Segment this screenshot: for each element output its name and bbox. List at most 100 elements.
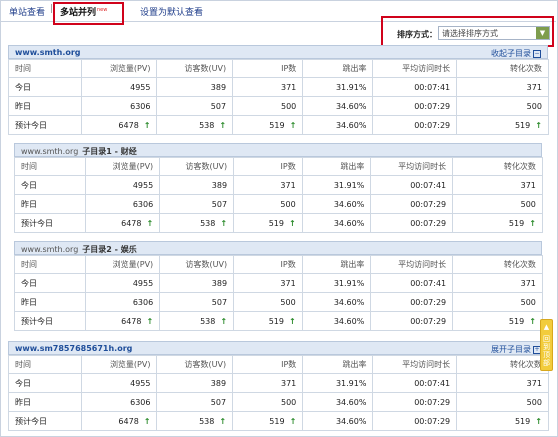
column-header: IP数 xyxy=(232,355,304,374)
cell-value: 4955 xyxy=(132,180,154,190)
column-header: 时间 xyxy=(13,157,87,176)
arrow-up-icon: ▲ xyxy=(543,323,550,331)
cell-value: 今日 xyxy=(15,82,31,92)
cell-value: 519 xyxy=(269,120,285,130)
table-row: 预计今日 6478 ↑ 538 ↑ 519 ↑ 34.60% 00:07:29 519 ↑ xyxy=(8,115,549,135)
metric-cell: 519 ↑ xyxy=(452,311,543,331)
metric-cell: 507 xyxy=(156,392,234,412)
cell-value: 6478 xyxy=(121,316,142,326)
metric-cell: 00:07:41 xyxy=(370,175,454,195)
metric-cell: 389 xyxy=(156,373,234,393)
row-label: 昨日 xyxy=(13,292,87,312)
site-name[interactable]: www.smth.org 子目录1 - 财经 xyxy=(21,146,137,157)
column-header: IP数 xyxy=(233,255,303,274)
column-header: 转化次数 xyxy=(456,59,549,78)
metric-cell: 4955 xyxy=(80,373,158,393)
metric-cell: 31.91% xyxy=(302,373,374,393)
row-label: 今日 xyxy=(13,175,87,195)
cell-value: 31.91% xyxy=(333,180,365,190)
trend-up-icon: ↑ xyxy=(220,316,228,326)
cell-value: 00:07:41 xyxy=(414,82,451,92)
metric-cell: 389 xyxy=(159,175,235,195)
cell-value: 538 xyxy=(200,218,216,228)
site-name[interactable]: www.smth.org xyxy=(15,48,81,57)
metric-cell: 6478 ↑ xyxy=(85,311,161,331)
metric-cell: 6478 ↑ xyxy=(80,115,158,135)
metric-cell: 500 xyxy=(233,292,303,312)
site-name[interactable]: www.smth.org 子目录2 - 娱乐 xyxy=(21,244,137,255)
column-header: 跳出率 xyxy=(302,59,374,78)
trend-up-icon: ↑ xyxy=(289,218,296,228)
tab-multi-site[interactable]: 多站并列new xyxy=(60,5,107,18)
metric-cell: 34.60% xyxy=(301,311,372,331)
row-label: 预计今日 xyxy=(8,115,82,135)
tab-single-site[interactable]: 单站查看 xyxy=(9,5,45,18)
toggle-subdirectory-label: 收起子目录 xyxy=(491,49,531,58)
column-header: 平均访问时长 xyxy=(372,355,458,374)
collapse-icon: − xyxy=(533,49,541,58)
cell-value: 34.60% xyxy=(333,297,365,307)
section-header: www.sm7857685671h.org 展开子目录 + xyxy=(8,341,548,355)
metric-cell: 538 ↑ xyxy=(156,115,234,135)
metric-cell: 371 xyxy=(456,373,549,393)
metric-cell: 389 xyxy=(159,273,235,293)
metric-cell: 500 xyxy=(452,292,543,312)
metric-cell: 6306 xyxy=(85,292,161,312)
site-name[interactable]: www.sm7857685671h.org xyxy=(15,344,132,353)
cell-value: 389 xyxy=(211,180,228,190)
column-header: 跳出率 xyxy=(302,355,374,374)
metric-cell: 519 ↑ xyxy=(456,411,549,431)
tab-separator: | xyxy=(50,4,54,14)
row-label: 昨日 xyxy=(8,392,82,412)
row-label: 今日 xyxy=(8,373,82,393)
cell-value: 6478 xyxy=(121,218,142,228)
column-header: 平均访问时长 xyxy=(372,59,458,78)
cell-value: 500 xyxy=(520,199,536,209)
column-header: 时间 xyxy=(8,355,82,374)
cell-value: 34.60% xyxy=(335,120,367,130)
sort-select[interactable]: 请选择排序方式 ▼ xyxy=(438,26,550,40)
trend-up-icon: ↑ xyxy=(535,416,542,426)
trend-up-icon: ↑ xyxy=(529,218,536,228)
metric-cell: 34.60% xyxy=(301,194,372,214)
metric-cell: 00:07:41 xyxy=(372,77,458,97)
metric-cell: 6306 xyxy=(80,96,158,116)
site-section: www.smth.org 收起子目录 − 时间 浏览量(PV) 访客数(UV) IP数 跳出率… xyxy=(8,45,549,135)
metric-cell: 519 ↑ xyxy=(233,311,303,331)
cell-value: 389 xyxy=(210,378,227,388)
toggle-subdirectory-button[interactable]: 收起子目录 − xyxy=(491,48,541,59)
column-header: 浏览量(PV) xyxy=(80,355,158,374)
back-to-top-tab[interactable]: ▲ 回到顶部 xyxy=(540,319,553,371)
cell-value: 507 xyxy=(211,199,228,209)
site-section: www.smth.org 子目录1 - 财经 时间 浏览量(PV) 访客数(UV) IP数… xyxy=(13,143,543,233)
chevron-down-icon[interactable]: ▼ xyxy=(536,27,549,39)
set-default-view-link[interactable]: 设置为默认查看 xyxy=(140,5,203,18)
cell-value: 371 xyxy=(526,82,542,92)
cell-value: 371 xyxy=(280,82,297,92)
metric-cell: 500 xyxy=(452,194,543,214)
site-section: www.smth.org 子目录2 - 娱乐 时间 浏览量(PV) 访客数(UV) IP数… xyxy=(13,241,543,331)
toggle-subdirectory-button[interactable]: 展开子目录 + xyxy=(491,344,541,355)
back-to-top-label: 回到顶部 xyxy=(543,335,550,367)
cell-value: 500 xyxy=(280,101,297,111)
cell-value: 519 xyxy=(508,218,525,228)
metric-cell: 389 xyxy=(156,77,234,97)
cell-value: 519 xyxy=(268,316,284,326)
metric-cell: 371 xyxy=(232,77,304,97)
metric-cell: 34.60% xyxy=(302,115,374,135)
trend-up-icon: ↑ xyxy=(289,316,296,326)
cell-value: 4955 xyxy=(130,82,151,92)
cell-value: 00:07:29 xyxy=(414,397,451,407)
metric-cell: 500 xyxy=(232,392,304,412)
column-header: 访客数(UV) xyxy=(159,255,235,274)
stats-table: 时间 浏览量(PV) 访客数(UV) IP数 跳出率 平均访问时长 转化次数 今日 4955 38… xyxy=(13,157,543,233)
column-header: 转化次数 xyxy=(452,157,543,176)
metric-cell: 538 ↑ xyxy=(159,213,235,233)
metric-cell: 00:07:29 xyxy=(370,311,454,331)
row-label: 今日 xyxy=(13,273,87,293)
column-header: 平均访问时长 xyxy=(370,255,454,274)
cell-value: 00:07:29 xyxy=(410,297,447,307)
row-label: 预计今日 xyxy=(13,311,87,331)
cell-value: 预计今日 xyxy=(15,120,47,130)
metric-cell: 6306 xyxy=(85,194,161,214)
